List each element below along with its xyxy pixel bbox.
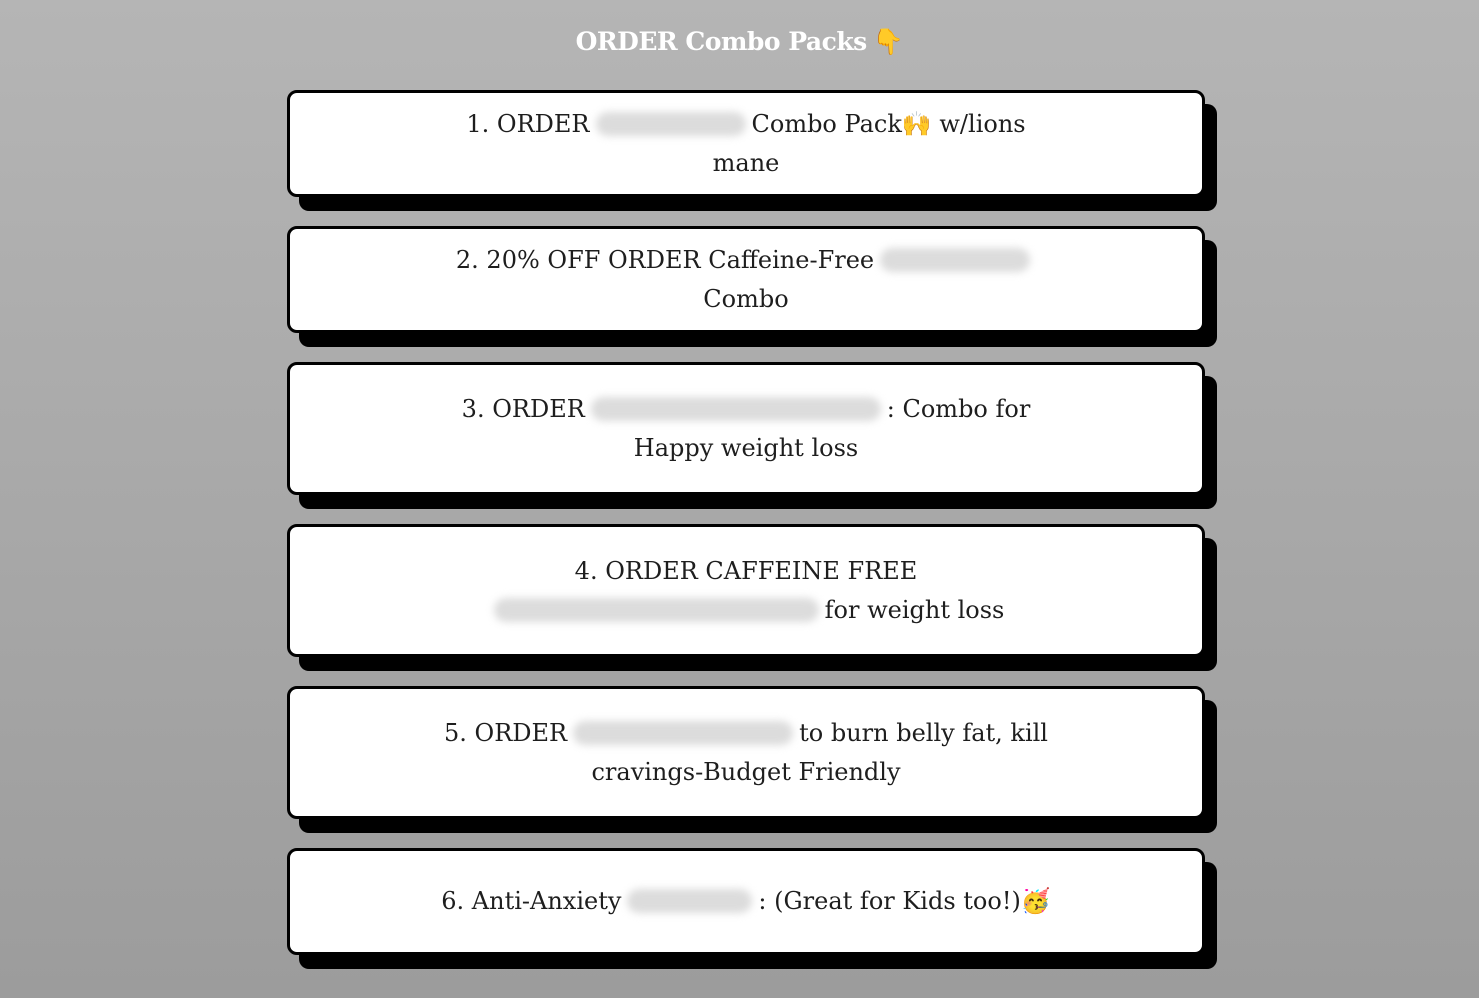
link-button-6[interactable]: 6. Anti-Anxiety: (Great for Kids too!)🥳 bbox=[287, 848, 1205, 955]
link-button-4[interactable]: 4. ORDER CAFFEINE FREEfor weight loss bbox=[287, 524, 1205, 657]
link-button-3[interactable]: 3. ORDER: Combo for Happy weight loss bbox=[287, 362, 1205, 495]
page-title-text: ORDER Combo Packs bbox=[575, 27, 868, 56]
redacted-text bbox=[590, 396, 881, 421]
link-button-1[interactable]: 1. ORDER Combo Pack🙌 w/lions mane bbox=[287, 90, 1205, 197]
redacted-text bbox=[493, 597, 819, 622]
redacted-text bbox=[627, 889, 753, 913]
link-button-2[interactable]: 2. 20% OFF ORDER Caffeine-FreeCombo bbox=[287, 226, 1205, 333]
redacted-text bbox=[595, 111, 746, 136]
link-label-1: 1. ORDER Combo Pack🙌 w/lions mane bbox=[466, 109, 1026, 177]
link-label-5: 5. ORDER to burn belly fat, kill cravings… bbox=[444, 718, 1048, 786]
link-label-2: 2. 20% OFF ORDER Caffeine-FreeCombo bbox=[440, 241, 1052, 319]
pointing-down-icon: 👇 bbox=[872, 27, 904, 56]
link-label-3: 3. ORDER: Combo for Happy weight loss bbox=[461, 394, 1031, 462]
page-title: ORDER Combo Packs 👇 bbox=[0, 24, 1479, 60]
link-label-6: 6. Anti-Anxiety: (Great for Kids too!)🥳 bbox=[441, 887, 1051, 915]
redacted-text bbox=[880, 247, 1031, 272]
link-label-4: 4. ORDER CAFFEINE FREEfor weight loss bbox=[440, 552, 1052, 630]
redacted-text bbox=[573, 720, 794, 745]
link-button-5[interactable]: 5. ORDER to burn belly fat, kill cravings… bbox=[287, 686, 1205, 819]
